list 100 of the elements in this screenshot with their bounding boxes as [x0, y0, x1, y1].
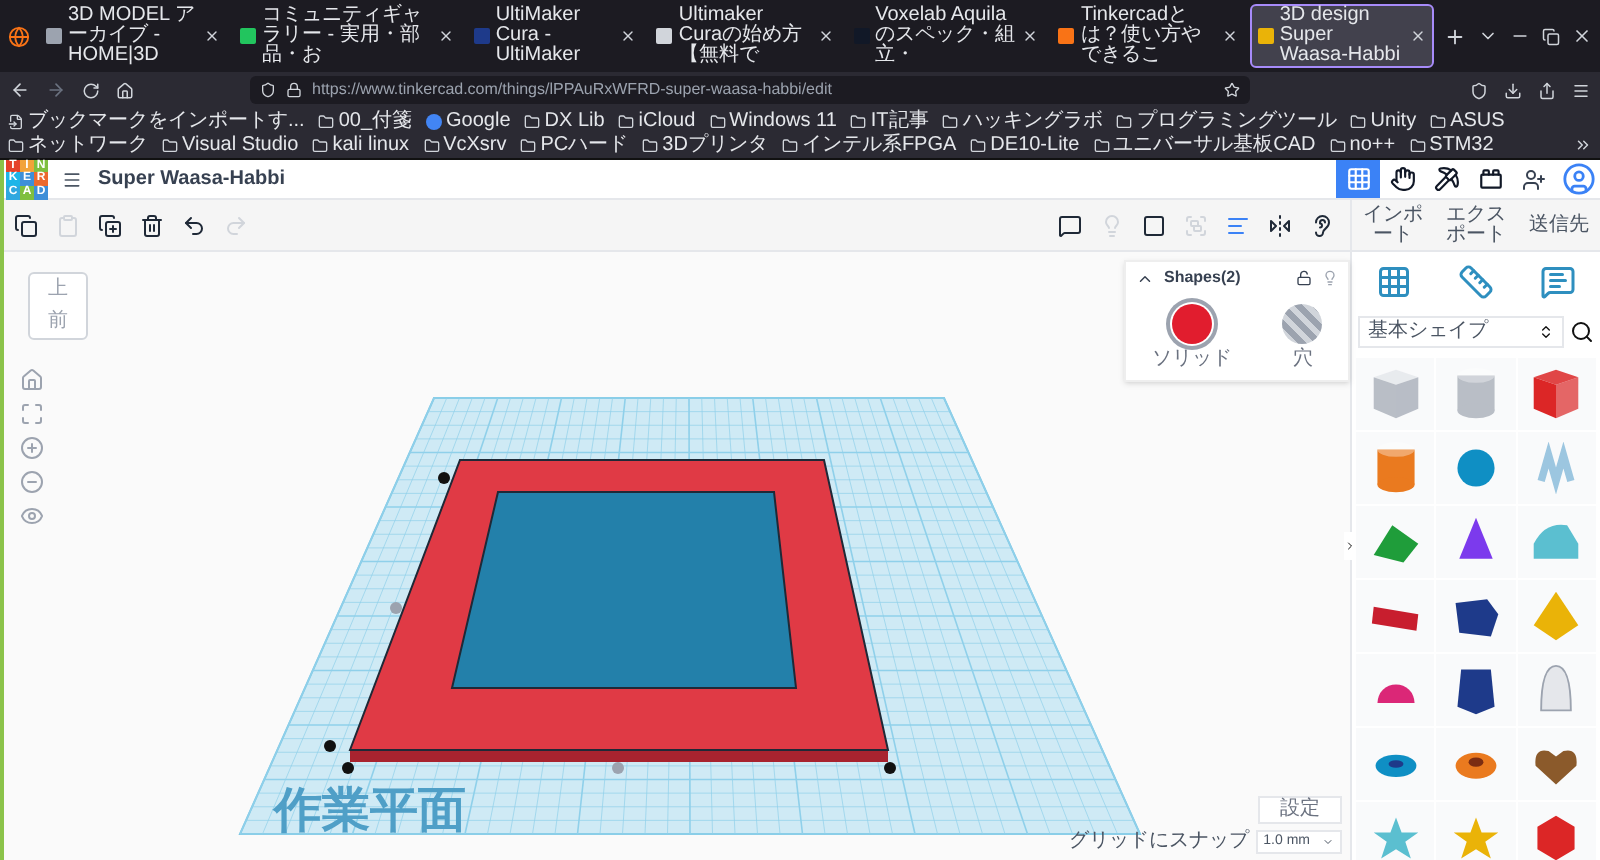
- browser-tab[interactable]: Voxelab Aquilaのスペック・組立・: [845, 4, 1047, 68]
- tab-title: UltiMaker Cura - UltiMaker: [495, 6, 583, 66]
- bookmark-item[interactable]: VcXsrv: [423, 133, 507, 157]
- shapes-panel-title: Shapes(2): [1164, 266, 1241, 290]
- close-tab-icon[interactable]: [620, 28, 637, 44]
- tab-title: コミュニティギャラリー - 実用・部品・お: [262, 6, 424, 66]
- bookmark-item[interactable]: 3Dプリンタ: [642, 133, 768, 157]
- share-icon[interactable]: [1538, 81, 1556, 99]
- new-tab-icon[interactable]: [1444, 25, 1466, 47]
- caret-icon: [1322, 836, 1334, 848]
- notes-icon[interactable]: [1540, 264, 1577, 300]
- solid-swatch[interactable]: [1171, 304, 1212, 344]
- panel-collapse-handle[interactable]: [1344, 532, 1356, 560]
- bookmark-item[interactable]: Google: [426, 109, 511, 133]
- bookmark-item[interactable]: Unity: [1350, 109, 1417, 133]
- hole-shape[interactable]: [450, 491, 798, 689]
- more-bookmarks-icon[interactable]: [1574, 136, 1592, 154]
- avatar-icon[interactable]: [1561, 162, 1595, 196]
- resize-handle[interactable]: [390, 602, 402, 614]
- note-icon[interactable]: [1058, 213, 1082, 237]
- bookmark-star-icon[interactable]: [1224, 82, 1240, 98]
- menu-icon[interactable]: [1572, 81, 1590, 99]
- download-icon[interactable]: [1504, 81, 1522, 99]
- address-field[interactable]: https://www.tinkercad.com/things/lPPAuRxWFRD-super-waasa-habbi/edit: [250, 76, 1250, 104]
- folder-icon: [423, 137, 440, 153]
- browser-tab[interactable]: Tinkercadとは？使い方やできるこ: [1050, 4, 1246, 68]
- hole-swatch[interactable]: [1282, 304, 1323, 344]
- google-icon: [426, 113, 443, 129]
- trash-icon[interactable]: [140, 213, 164, 237]
- close-tab-icon[interactable]: [1022, 28, 1039, 44]
- folder-icon: [524, 113, 541, 129]
- resize-handle[interactable]: [612, 762, 624, 774]
- cube-icon[interactable]: [1530, 368, 1583, 420]
- mirror-icon[interactable]: [1268, 213, 1292, 237]
- close-tab-icon[interactable]: [437, 28, 454, 44]
- bookmark-item[interactable]: IT記事: [850, 109, 929, 133]
- bookmark-item[interactable]: DX Lib: [524, 109, 605, 133]
- folder-icon: [850, 113, 867, 129]
- ruler-icon[interactable]: [1457, 264, 1494, 300]
- unlock-icon[interactable]: [1296, 270, 1312, 286]
- grid-icon: [1345, 166, 1371, 192]
- design-menu-icon[interactable]: [62, 169, 82, 189]
- url-text: https://www.tinkercad.com/things/lPPAuRxWFRD-super-waasa-habbi/edit: [312, 78, 832, 102]
- bookmark-item[interactable]: kali linux: [312, 133, 410, 157]
- home-icon[interactable]: [116, 81, 134, 99]
- folder-icon: [781, 137, 798, 153]
- close-tab-icon[interactable]: [817, 28, 834, 44]
- toolbar-action-button[interactable]: 送信先: [1517, 200, 1600, 250]
- resize-handle[interactable]: [438, 472, 450, 484]
- tab-title: Ultimaker Curaの始め方【無料で: [678, 6, 805, 66]
- workplane-label: 作業平面: [274, 784, 466, 838]
- browser-tab[interactable]: 3D MODEL アーカイブ - HOME|3D: [38, 4, 228, 68]
- bookmark-item[interactable]: プログラミングツール: [1116, 109, 1337, 133]
- bookmark-item[interactable]: no++: [1329, 133, 1396, 157]
- add-user-icon[interactable]: [1522, 167, 1546, 191]
- bookmark-item[interactable]: DE10-Lite: [970, 133, 1080, 157]
- bookmark-item[interactable]: PCハード: [520, 133, 629, 157]
- browser-logo-icon[interactable]: [7, 25, 29, 47]
- browser-tab[interactable]: コミュニティギャラリー - 実用・部品・お: [232, 4, 462, 68]
- reload-icon[interactable]: [82, 81, 100, 99]
- bookmark-item[interactable]: ネットワーク: [8, 133, 148, 157]
- bookmark-item[interactable]: Visual Studio: [162, 133, 299, 157]
- toolbar-action-button[interactable]: エクスポート: [1434, 200, 1518, 250]
- search-icon[interactable]: [1570, 320, 1594, 344]
- browser-tab[interactable]: 3D design Super Waasa-Habbi: [1249, 4, 1434, 68]
- bookmark-item[interactable]: 00_付箋: [318, 109, 413, 133]
- browser-tab[interactable]: UltiMaker Cura - UltiMaker: [465, 4, 645, 68]
- chevron-icon: [1344, 538, 1356, 554]
- bookmark-item[interactable]: インテル系FPGA: [781, 133, 957, 157]
- close-tab-icon[interactable]: [1410, 28, 1426, 44]
- bookmark-item[interactable]: ハッキングラボ: [942, 109, 1103, 133]
- toolbar-action-button[interactable]: インポート: [1352, 200, 1435, 250]
- restore-icon[interactable]: [1542, 27, 1560, 45]
- duplicate-icon[interactable]: [98, 213, 122, 237]
- forward-icon[interactable]: [46, 80, 66, 100]
- close-icon[interactable]: [1572, 26, 1592, 46]
- bookmark-item[interactable]: ASUS: [1430, 109, 1505, 133]
- workplane-grid-icon[interactable]: [1375, 264, 1412, 300]
- folder-icon: [318, 113, 335, 129]
- shape-category-dropdown[interactable]: 基本シェイプ: [1358, 316, 1564, 348]
- resize-handle[interactable]: [884, 762, 896, 774]
- bookmark-item[interactable]: iCloud: [618, 109, 696, 133]
- bookmark-item[interactable]: STM32: [1409, 133, 1494, 157]
- back-icon[interactable]: [10, 80, 30, 100]
- design-title[interactable]: Super Waasa-Habbi: [98, 164, 286, 194]
- settings-button[interactable]: 設定: [1258, 796, 1342, 824]
- bookmark-item[interactable]: ブックマークをインポートす...: [8, 109, 305, 133]
- folder-icon: [1409, 137, 1426, 153]
- close-tab-icon[interactable]: [1221, 28, 1238, 44]
- undo-icon[interactable]: [182, 213, 206, 237]
- bookmark-item[interactable]: Windows 11: [709, 109, 837, 133]
- close-tab-icon[interactable]: [204, 28, 220, 44]
- browser-tab[interactable]: Ultimaker Curaの始め方【無料で: [648, 4, 842, 68]
- bookmark-item[interactable]: ユニバーサル基板CAD: [1093, 133, 1316, 157]
- lock-icon[interactable]: [286, 82, 302, 98]
- folder-icon: [970, 137, 987, 153]
- copy-icon[interactable]: [14, 213, 38, 237]
- brick-icon: [1477, 166, 1503, 192]
- align-icon[interactable]: [1226, 213, 1250, 237]
- shield-icon[interactable]: [260, 82, 276, 98]
